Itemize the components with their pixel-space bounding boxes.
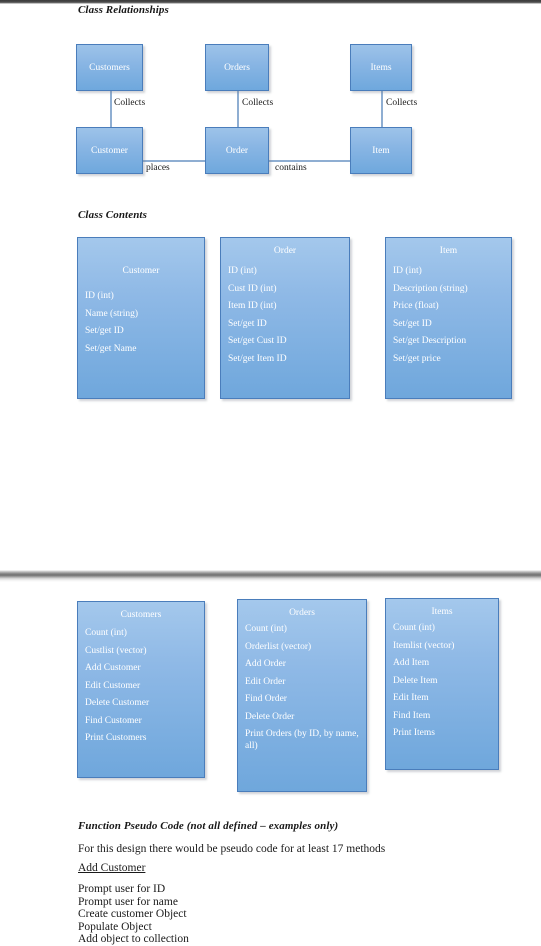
pseudo-code-function-name: Add Customer (78, 862, 146, 874)
connector-order-item (269, 160, 351, 162)
box-title: Orders (289, 608, 315, 618)
collection-class-box-orders[interactable]: Orders Count (int) Orderlist (vector) Ad… (237, 599, 367, 792)
class-member: Set/get price (393, 353, 441, 364)
class-box-customer[interactable]: Customer ID (int) Name (string) Set/get … (77, 237, 205, 399)
class-member: Set/get Description (393, 336, 467, 346)
box-title: Customers (89, 62, 130, 73)
class-member: Delete Order (245, 711, 295, 722)
class-member: Delete Customer (85, 698, 150, 708)
box-title: Item (372, 145, 390, 156)
class-member-list: ID (int) Description (string) Price (flo… (393, 266, 506, 371)
connector-label-collects-items: Collects (386, 98, 418, 108)
connector-orders-order (237, 90, 239, 128)
class-member: Edit Order (245, 676, 286, 687)
class-member: Find Customer (85, 715, 142, 726)
class-member: Set/get Name (85, 343, 137, 354)
connector-customer-order (143, 160, 205, 162)
class-member-list: Count (int) Orderlist (vector) Add Order… (245, 624, 361, 759)
connector-items-item (381, 90, 383, 128)
relationship-box-customers[interactable]: Customers (76, 44, 143, 91)
class-member: Item ID (int) (228, 301, 277, 311)
class-member: Set/get ID (393, 318, 432, 329)
class-member: Set/get ID (228, 318, 267, 329)
class-member: Description (string) (393, 283, 468, 294)
box-title: Items (431, 607, 453, 617)
pseudo-code-steps: Prompt user for ID Prompt user for name … (78, 883, 189, 946)
class-member: Find Order (245, 694, 287, 704)
class-member: Name (string) (85, 308, 139, 319)
pseudo-code-step: Create customer Object (78, 908, 187, 921)
class-member: Edit Customer (85, 680, 141, 691)
class-member: Edit Item (393, 693, 429, 703)
relationship-box-order[interactable]: Order (205, 127, 269, 174)
box-title: Customer (122, 266, 160, 276)
class-box-order[interactable]: Order ID (int) Cust ID (int) Item ID (in… (220, 237, 350, 399)
class-member: Find Item (393, 710, 431, 721)
class-member: ID (int) (393, 266, 422, 276)
class-member: Set/get Cust ID (228, 336, 287, 346)
class-member-list: ID (int) Name (string) Set/get ID Set/ge… (85, 291, 199, 361)
pseudo-code-step: Populate Object (78, 920, 152, 933)
box-title: Customers (120, 610, 162, 620)
box-title: Order (225, 145, 249, 156)
class-member: Count (int) (85, 628, 127, 638)
class-member: Print Orders (by ID, by name, all) (245, 729, 359, 751)
pseudo-code-step: Prompt user for name (78, 895, 178, 908)
box-title: Items (370, 62, 392, 73)
class-member: Count (int) (393, 623, 435, 633)
class-member: Delete Item (393, 675, 438, 686)
class-member: Print Items (393, 728, 435, 738)
collection-class-box-items[interactable]: Items Count (int) Itemlist (vector) Add … (385, 598, 499, 770)
class-member: Add Item (393, 658, 430, 668)
box-title: Orders (224, 62, 250, 73)
class-box-item[interactable]: Item ID (int) Description (string) Price… (385, 237, 512, 399)
class-member: Custlist (vector) (85, 645, 147, 656)
page-break-divider (0, 570, 541, 582)
class-member: Add Customer (85, 663, 141, 673)
relationship-box-item[interactable]: Item (350, 127, 412, 174)
relationship-box-customer[interactable]: Customer (76, 127, 143, 174)
collection-class-box-customers[interactable]: Customers Count (int) Custlist (vector) … (77, 601, 205, 778)
class-member: ID (int) (228, 266, 257, 276)
connector-label-places: places (146, 163, 170, 173)
class-member: Set/get Item ID (228, 353, 287, 364)
pseudo-code-heading: Function Pseudo Code (not all defined – … (78, 820, 339, 832)
class-member: Print Customers (85, 733, 147, 743)
class-relationships-heading: Class Relationships (78, 4, 169, 16)
class-member-list: Count (int) Itemlist (vector) Add Item D… (393, 623, 493, 746)
class-member-list: ID (int) Cust ID (int) Item ID (int) Set… (228, 266, 344, 371)
class-member: Add Order (245, 659, 286, 669)
box-title: Item (439, 246, 458, 256)
class-member: Count (int) (245, 624, 287, 634)
class-member-list: Count (int) Custlist (vector) Add Custom… (85, 628, 199, 751)
class-member: Itemlist (vector) (393, 640, 455, 651)
class-member: Price (float) (393, 301, 439, 311)
relationship-box-items[interactable]: Items (350, 44, 412, 91)
class-member: Set/get ID (85, 326, 124, 336)
relationship-box-orders[interactable]: Orders (205, 44, 269, 91)
connector-customers-customer (110, 90, 112, 128)
connector-label-collects-customers: Collects (114, 98, 146, 108)
pseudo-code-intro: For this design there would be pseudo co… (78, 843, 386, 855)
pseudo-code-step: Prompt user for ID (78, 883, 166, 895)
document-canvas: Class Relationships Customers Orders Ite… (0, 0, 541, 945)
box-title: Order (273, 246, 297, 256)
class-member: Orderlist (vector) (245, 641, 312, 652)
connector-label-collects-orders: Collects (242, 98, 274, 108)
class-member: ID (int) (85, 291, 114, 301)
class-contents-heading: Class Contents (78, 209, 147, 221)
connector-label-contains: contains (275, 163, 307, 173)
box-title: Customer (91, 145, 128, 156)
class-member: Cust ID (int) (228, 283, 277, 294)
